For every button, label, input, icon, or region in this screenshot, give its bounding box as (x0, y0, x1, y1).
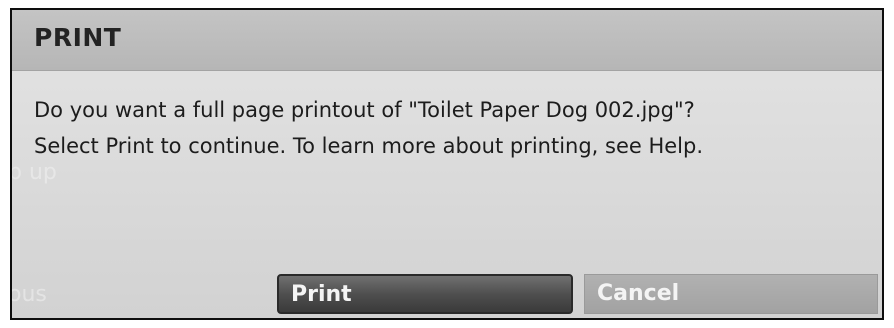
dialog-title: PRINT (34, 23, 122, 52)
message-line-1: Do you want a full page printout of "Toi… (34, 98, 695, 122)
background-ghost-text: ous (10, 282, 47, 307)
dialog-title-bar: PRINT (12, 10, 882, 71)
message-line-2: Select Print to continue. To learn more … (34, 134, 704, 158)
cancel-button[interactable]: Cancel (584, 274, 878, 314)
dialog-message: Do you want a full page printout of "Toi… (34, 92, 703, 164)
print-button[interactable]: Print (277, 274, 573, 314)
print-dialog: PRINT p up ous Do you want a full page p… (10, 8, 884, 320)
